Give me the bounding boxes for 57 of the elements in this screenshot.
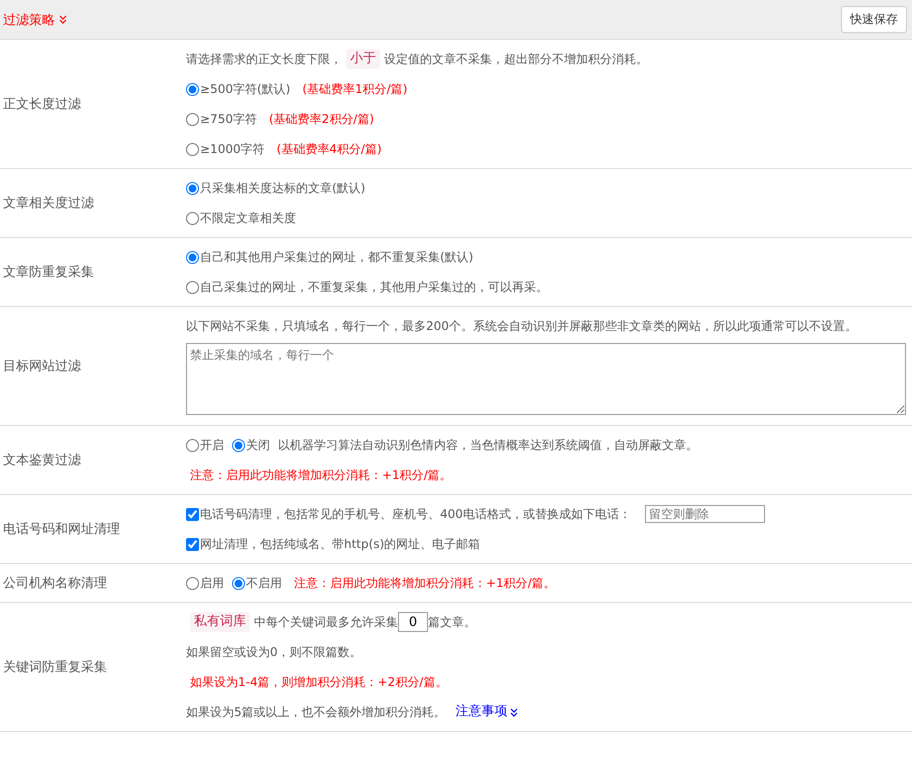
radio-button[interactable] (186, 438, 199, 452)
cost-note: (基础费率2积分/篇) (268, 111, 374, 128)
setting-label: 电话号码和网址清理 (2, 521, 121, 539)
checkbox-option[interactable]: 电话号码清理，包括常见的手机号、座机号、400电话格式，或替换成如下电话： (186, 499, 631, 529)
setting-label: 文章防重复采集 (2, 264, 95, 282)
radio-button[interactable] (232, 576, 245, 590)
radio-option[interactable]: 开启 (186, 430, 224, 460)
radio-button[interactable] (186, 142, 199, 156)
setting-label: 目标网站过滤 (2, 358, 82, 376)
double-chevron-icon (59, 15, 67, 24)
cost-note: (基础费率4积分/篇) (276, 141, 382, 158)
cost-note: 如果设为1-4篇，则增加积分消耗：+2积分/篇。 (190, 674, 448, 691)
count-input-field[interactable]: 0 (398, 612, 428, 632)
radio-option[interactable]: ≥1000字符 (186, 134, 265, 164)
radio-button[interactable] (232, 438, 245, 452)
double-chevron-icon (510, 708, 518, 716)
radio-option[interactable]: 自己采集过的网址，不重复采集，其他用户采集过的，可以再采。 (186, 272, 548, 302)
radio-button[interactable] (186, 182, 199, 194)
cost-note: 注意：启用此功能将增加积分消耗：+1积分/篇。 (294, 575, 556, 592)
setting-label: 关键词防重复采集 (2, 659, 108, 677)
cost-note: 注意：启用此功能将增加积分消耗：+1积分/篇。 (190, 467, 452, 484)
radio-button[interactable] (186, 250, 199, 264)
radio-button[interactable] (186, 576, 199, 590)
description-text: 以机器学习算法自动识别色情内容，当色情概率达到系统阈值，自动屏蔽文章。 (278, 437, 698, 454)
phone-input-field[interactable]: 留空则删除 (644, 505, 765, 523)
description-text: 设定值的文章不采集，超出部分不增加积分消耗。 (384, 51, 648, 68)
radio-button[interactable] (186, 212, 199, 224)
domain-textarea[interactable]: 禁止采集的域名，每行一个 (186, 343, 906, 415)
description-text: 请选择需求的正文长度下限， (186, 51, 342, 68)
radio-option[interactable]: 关闭 (232, 430, 270, 460)
radio-option[interactable]: 自己和其他用户采集过的网址，都不重复采集(默认) (186, 242, 474, 272)
radio-button[interactable] (186, 82, 199, 96)
radio-option[interactable]: 不限定文章相关度 (186, 203, 296, 233)
description-text: 以下网站不采集，只填域名，每行一个，最多200个。系统会自动识别并屏蔽那些非文章类的网站，所以此项通常可以不设置。 (186, 318, 857, 335)
setting-label: 公司机构名称清理 (2, 575, 108, 593)
setting-label: 文章相关度过滤 (2, 195, 95, 213)
notes-link[interactable]: 注意事项 (456, 697, 518, 727)
radio-button[interactable] (186, 112, 199, 126)
checkbox[interactable] (186, 538, 199, 550)
description-text: 篇文章。 (428, 614, 476, 631)
description-text: 如果设为5篇或以上，也不会额外增加积分消耗。 (186, 704, 446, 721)
radio-option[interactable]: 不启用 (232, 568, 282, 598)
highlight-tag: 小于 (346, 49, 380, 69)
setting-label: 正文长度过滤 (2, 96, 82, 114)
checkbox-option[interactable]: 网址清理，包括纯域名、带http(s)的网址、电子邮箱 (186, 529, 480, 559)
setting-label: 文本鉴黄过滤 (2, 452, 82, 470)
cost-note: (基础费率1积分/篇) (302, 81, 408, 98)
quick-save-button[interactable]: 快速保存 (841, 6, 907, 33)
radio-option[interactable]: 启用 (186, 568, 224, 598)
radio-option[interactable]: ≥500字符(默认) (186, 74, 290, 104)
radio-button[interactable] (186, 280, 199, 294)
radio-option[interactable]: ≥750字符 (186, 104, 257, 134)
highlight-tag: 私有词库 (190, 612, 250, 632)
checkbox[interactable] (186, 508, 199, 520)
description-text: 如果留空或设为0，则不限篇数。 (186, 644, 362, 661)
radio-option[interactable]: 只采集相关度达标的文章(默认) (186, 173, 366, 203)
description-text: 中每个关键词最多允许采集 (254, 614, 398, 631)
